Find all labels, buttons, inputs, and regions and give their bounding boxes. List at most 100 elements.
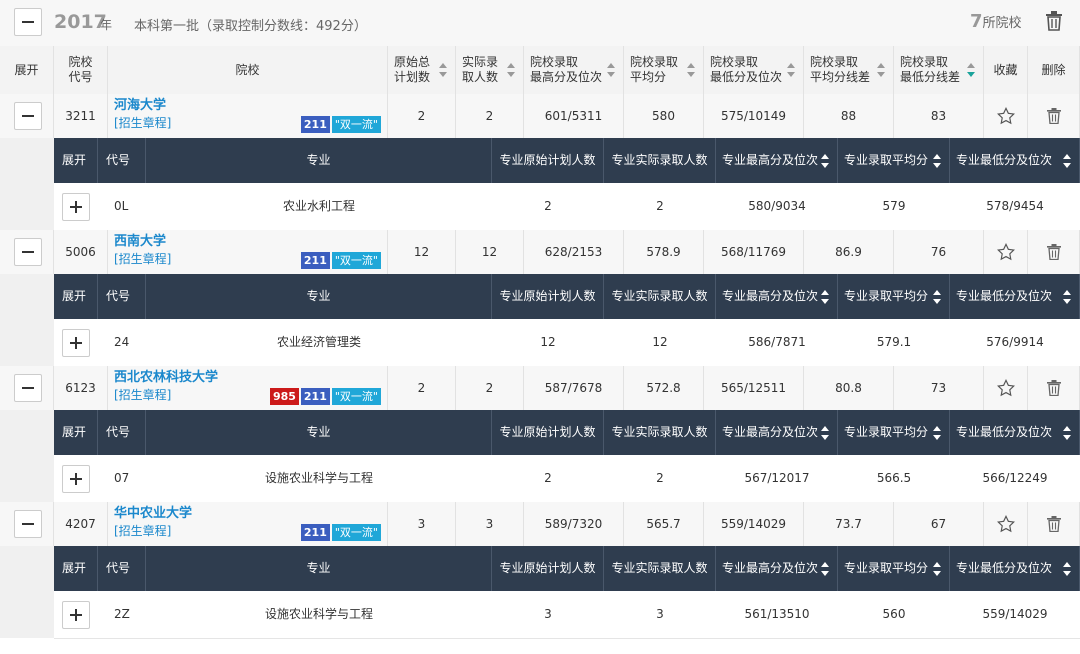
major-cell-expand [54, 591, 98, 638]
major-cell-avg: 579 [838, 183, 950, 230]
header-mindiff[interactable]: 院校录取 最低分线差 [894, 46, 984, 94]
major-max-value: 580/9034 [748, 199, 806, 213]
school-name-link[interactable]: 华中农业大学 [114, 506, 192, 521]
major-cell-avg: 579.1 [838, 319, 950, 366]
major-cell-code: 2Z [98, 591, 146, 638]
header-max[interactable]: 院校录取 最高分及位次 [524, 46, 624, 94]
major-header-max[interactable]: 专业最高分及位次 [716, 138, 838, 183]
star-icon[interactable] [996, 107, 1015, 125]
header-avgdiff[interactable]: 院校录取 平均分线差 [804, 46, 894, 94]
major-header-expand-label: 展开 [62, 153, 87, 167]
sort-arrows-icon[interactable] [607, 63, 615, 77]
admission-rules-link[interactable]: [招生章程] [114, 388, 171, 403]
major-header-max[interactable]: 专业最高分及位次 [716, 274, 838, 319]
expand-major-button[interactable] [62, 193, 90, 221]
major-plan-value: 3 [544, 607, 552, 621]
header-plan[interactable]: 原始总 计划数 [388, 46, 456, 94]
major-header-min[interactable]: 专业最低分及位次 [950, 546, 1080, 591]
collapse-school-button[interactable] [14, 510, 42, 538]
admission-rules-link[interactable]: [招生章程] [114, 116, 171, 131]
header-avg[interactable]: 院校录取 平均分 [624, 46, 704, 94]
sort-arrows-icon[interactable] [787, 63, 795, 77]
major-header-avg[interactable]: 专业录取平均分 [838, 410, 950, 455]
school-name-link[interactable]: 西南大学 [114, 234, 166, 249]
major-code-value: 2Z [114, 607, 130, 621]
row-gutter [0, 410, 54, 502]
header-admit[interactable]: 实际录 取人数 [456, 46, 524, 94]
major-header-min-label: 专业最低分及位次 [956, 561, 1053, 575]
trash-icon[interactable] [1046, 516, 1061, 532]
sort-arrows-icon[interactable] [933, 153, 941, 168]
school-max-value: 628/2153 [544, 244, 603, 259]
school-min-value: 575/10149 [720, 108, 787, 123]
sort-arrows-icon[interactable] [687, 63, 695, 77]
sort-arrows-icon[interactable] [821, 289, 829, 304]
major-avg-value: 560 [882, 607, 906, 621]
school-cell-del [1028, 502, 1080, 546]
sort-arrows-icon[interactable] [933, 425, 941, 440]
major-header-min[interactable]: 专业最低分及位次 [950, 138, 1080, 183]
major-header-max[interactable]: 专业最高分及位次 [716, 410, 838, 455]
sort-arrows-icon[interactable] [1063, 289, 1071, 304]
school-badges: 211 "双一流" [299, 524, 381, 541]
school-badges: 985 211 "双一流" [268, 388, 381, 405]
header-school: 院校 [108, 46, 388, 94]
major-cell-plan: 3 [492, 591, 604, 638]
trash-icon[interactable] [1046, 108, 1061, 124]
major-header-avg[interactable]: 专业录取平均分 [838, 274, 950, 319]
school-name-link[interactable]: 河海大学 [114, 98, 166, 113]
major-header-code-label: 代号 [106, 561, 131, 575]
major-header-max[interactable]: 专业最高分及位次 [716, 546, 838, 591]
collapse-school-button[interactable] [14, 102, 42, 130]
school-cell-expand [0, 94, 54, 138]
star-icon[interactable] [996, 243, 1015, 261]
sort-arrows-icon[interactable] [821, 153, 829, 168]
school-max-value: 601/5311 [544, 108, 603, 123]
sort-arrows-icon[interactable] [967, 63, 975, 77]
expand-major-button[interactable] [62, 329, 90, 357]
school-mindiff-value: 76 [930, 244, 947, 259]
sort-arrows-icon[interactable] [821, 425, 829, 440]
school-cell-min: 559/14029 [704, 502, 804, 546]
major-header-avg[interactable]: 专业录取平均分 [838, 546, 950, 591]
sort-arrows-icon[interactable] [1063, 425, 1071, 440]
sort-arrows-icon[interactable] [933, 561, 941, 576]
trash-icon[interactable] [1046, 380, 1061, 396]
sort-arrows-icon[interactable] [933, 289, 941, 304]
admission-rules-link[interactable]: [招生章程] [114, 252, 171, 267]
sort-arrows-icon[interactable] [507, 63, 515, 77]
school-cell-plan: 12 [388, 230, 456, 274]
major-header-min-label: 专业最低分及位次 [956, 425, 1053, 439]
major-cell-expand [54, 455, 98, 502]
sort-arrows-icon[interactable] [877, 63, 885, 77]
trash-icon[interactable] [1046, 244, 1061, 260]
school-admit-value: 12 [481, 244, 498, 259]
star-icon[interactable] [996, 515, 1015, 533]
school-name-link[interactable]: 西北农林科技大学 [114, 370, 218, 385]
collapse-school-button[interactable] [14, 374, 42, 402]
major-header-plan-label: 专业原始计划人数 [499, 289, 596, 303]
major-cell-max: 580/9034 [716, 183, 838, 230]
school-min-value: 565/12511 [720, 380, 787, 395]
major-header-min[interactable]: 专业最低分及位次 [950, 410, 1080, 455]
school-cell-max: 601/5311 [524, 94, 624, 138]
header-max-label: 院校录取 最高分及位次 [530, 55, 603, 84]
header-min[interactable]: 院校录取 最低分及位次 [704, 46, 804, 94]
trash-icon[interactable] [1045, 11, 1063, 31]
major-min-value: 566/12249 [982, 471, 1048, 485]
expand-major-button[interactable] [62, 601, 90, 629]
school-row: 4207 华中农业大学 [招生章程] 211 "双一流" 3 3 589/7320 565.7 5… [0, 502, 1080, 547]
major-header-min[interactable]: 专业最低分及位次 [950, 274, 1080, 319]
sort-arrows-icon[interactable] [1063, 153, 1071, 168]
admission-rules-link[interactable]: [招生章程] [114, 524, 171, 539]
badge-211: 211 [300, 252, 330, 269]
expand-major-button[interactable] [62, 465, 90, 493]
major-header-avg[interactable]: 专业录取平均分 [838, 138, 950, 183]
sort-arrows-icon[interactable] [821, 561, 829, 576]
sort-arrows-icon[interactable] [439, 63, 447, 77]
school-code-value: 6123 [65, 380, 96, 395]
collapse-year-button[interactable] [14, 8, 42, 36]
sort-arrows-icon[interactable] [1063, 561, 1071, 576]
collapse-school-button[interactable] [14, 238, 42, 266]
star-icon[interactable] [996, 379, 1015, 397]
